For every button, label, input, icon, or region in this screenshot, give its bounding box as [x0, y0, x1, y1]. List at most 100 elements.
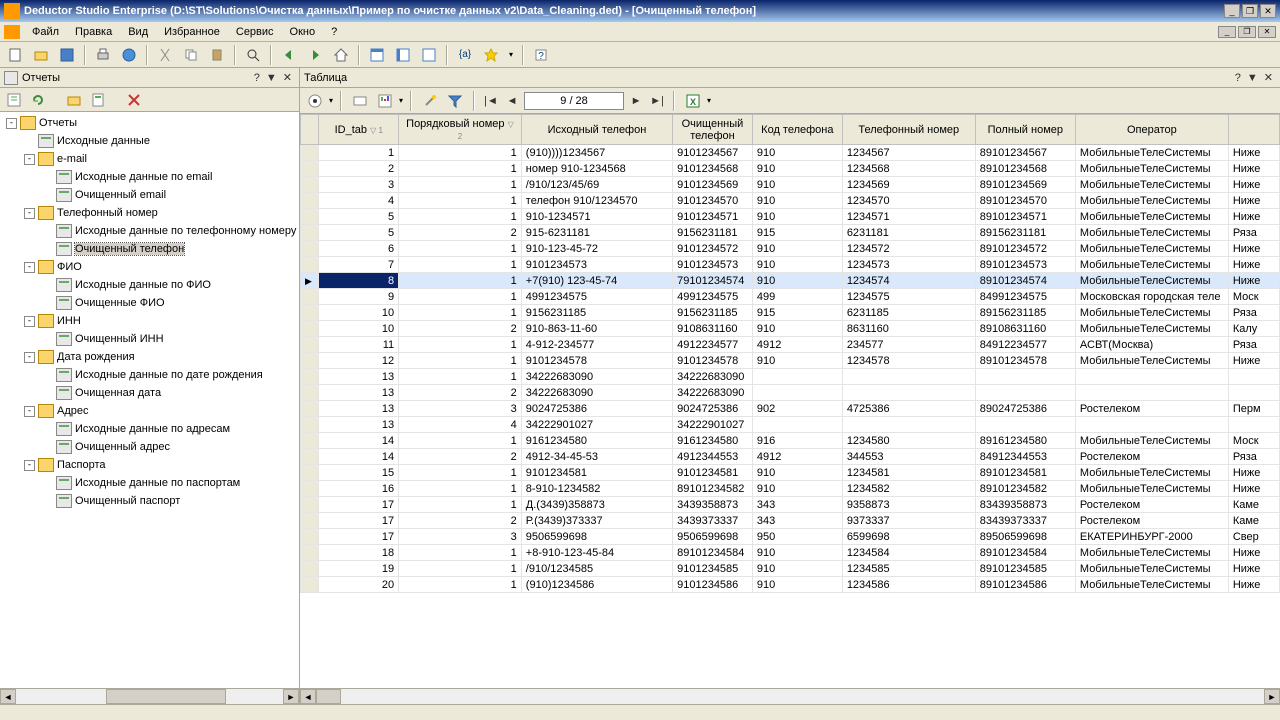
- menu-service[interactable]: Сервис: [228, 24, 282, 40]
- page-indicator[interactable]: 9 / 28: [524, 92, 624, 110]
- tree-refresh[interactable]: [28, 90, 48, 110]
- table-row[interactable]: 11(910))))123456791012345679101234567891…: [301, 145, 1280, 161]
- nav-prev[interactable]: ◄: [503, 92, 521, 110]
- mdi-close-button[interactable]: ✕: [1258, 26, 1276, 38]
- forward-button[interactable]: [304, 44, 326, 66]
- table-row[interactable]: 41телефон 910/12345709101234570910123457…: [301, 193, 1280, 209]
- table-row[interactable]: 31/910/123/45/69910123456991012345698910…: [301, 177, 1280, 193]
- table-row[interactable]: 1323422268309034222683090: [301, 385, 1280, 401]
- mdi-minimize-button[interactable]: _: [1218, 26, 1236, 38]
- vars-button[interactable]: {a}: [454, 44, 476, 66]
- open-button[interactable]: [30, 44, 52, 66]
- menu-help[interactable]: ?: [323, 24, 345, 40]
- tree-node[interactable]: -Отчеты: [2, 114, 297, 132]
- tree-node[interactable]: -ФИО: [2, 258, 297, 276]
- table-row[interactable]: 1313422268309034222683090: [301, 369, 1280, 385]
- tree-node[interactable]: Исходные данные: [2, 132, 297, 150]
- table-row[interactable]: 1219101234578910123457891012345788910123…: [301, 353, 1280, 369]
- expand-icon[interactable]: -: [24, 154, 35, 165]
- col-code[interactable]: Код телефона: [752, 115, 842, 145]
- nav-next[interactable]: ►: [627, 92, 645, 110]
- home-button[interactable]: [330, 44, 352, 66]
- table-row[interactable]: 1618-910-1234582891012345829101234582891…: [301, 481, 1280, 497]
- right-hscroll[interactable]: ◄►: [300, 688, 1280, 704]
- menu-edit[interactable]: Правка: [67, 24, 120, 40]
- fav-dropdown[interactable]: ▾: [506, 44, 516, 66]
- table-row[interactable]: 172Р.(3439)37333734393733373439373337834…: [301, 513, 1280, 529]
- tree-node[interactable]: Очищенный телефон: [2, 240, 297, 258]
- print-button[interactable]: [92, 44, 114, 66]
- col-clean[interactable]: Очищенный телефон: [673, 115, 753, 145]
- tree-node[interactable]: Очищенная дата: [2, 384, 297, 402]
- nav-first[interactable]: |◄: [482, 92, 500, 110]
- expand-icon[interactable]: -: [6, 118, 17, 129]
- tree-node[interactable]: Исходные данные по email: [2, 168, 297, 186]
- help-button[interactable]: ?: [530, 44, 552, 66]
- grid-filter-button[interactable]: [444, 90, 466, 112]
- web-button[interactable]: [118, 44, 140, 66]
- col-full[interactable]: Полный номер: [975, 115, 1075, 145]
- menu-view[interactable]: Вид: [120, 24, 156, 40]
- table-row[interactable]: 102910-863-11-60910863116091086311608910…: [301, 321, 1280, 337]
- tree-delete[interactable]: [124, 90, 144, 110]
- table-row[interactable]: 1343422290102734222901027: [301, 417, 1280, 433]
- tree-node[interactable]: -e-mail: [2, 150, 297, 168]
- table-row[interactable]: 1114-912-2345774912234577491223457784912…: [301, 337, 1280, 353]
- tree-btn1[interactable]: [4, 90, 24, 110]
- maximize-button[interactable]: ❐: [1242, 4, 1258, 18]
- table-row[interactable]: 81+7(910) 123-45-74791012345749101234574…: [301, 273, 1280, 289]
- view2-button[interactable]: [392, 44, 414, 66]
- find-button[interactable]: [242, 44, 264, 66]
- expand-icon[interactable]: -: [24, 352, 35, 363]
- grid-view-button[interactable]: [304, 90, 326, 112]
- table-row[interactable]: 1739506599698950659969895065996988950659…: [301, 529, 1280, 545]
- tree-node[interactable]: Исходные данные по телефонному номеру: [2, 222, 297, 240]
- expand-icon[interactable]: -: [24, 262, 35, 273]
- view1-button[interactable]: [366, 44, 388, 66]
- table-row[interactable]: 51910-1234571910123457191012345718910123…: [301, 209, 1280, 225]
- left-close[interactable]: ✕: [280, 71, 295, 84]
- paste-button[interactable]: [206, 44, 228, 66]
- cut-button[interactable]: [154, 44, 176, 66]
- tree-node[interactable]: Исходные данные по ФИО: [2, 276, 297, 294]
- table-row[interactable]: 181+8-910-123-45-84891012345849101234584…: [301, 545, 1280, 561]
- tree-node[interactable]: Очищенный ИНН: [2, 330, 297, 348]
- tree-node[interactable]: Очищенный паспорт: [2, 492, 297, 510]
- menu-favorites[interactable]: Избранное: [156, 24, 228, 40]
- reports-tree[interactable]: -ОтчетыИсходные данные-e-mailИсходные да…: [0, 112, 299, 688]
- right-dropdown[interactable]: ▼: [1244, 72, 1261, 84]
- tree-node[interactable]: Исходные данные по дате рождения: [2, 366, 297, 384]
- table-row[interactable]: 171Д.(3439)35887334393588733439358873834…: [301, 497, 1280, 513]
- table-row[interactable]: 1019156231185915623118591562311858915623…: [301, 305, 1280, 321]
- right-close[interactable]: ✕: [1261, 71, 1276, 84]
- col-src[interactable]: Исходный телефон: [521, 115, 672, 145]
- menu-window[interactable]: Окно: [282, 24, 324, 40]
- minimize-button[interactable]: _: [1224, 4, 1240, 18]
- table-row[interactable]: 21номер 910-1234568910123456891012345688…: [301, 161, 1280, 177]
- tree-node[interactable]: -Телефонный номер: [2, 204, 297, 222]
- left-dropdown[interactable]: ▼: [263, 72, 280, 84]
- table-row[interactable]: 1424912-34-45-53491234455349123445538491…: [301, 449, 1280, 465]
- tree-node[interactable]: Очищенные ФИО: [2, 294, 297, 312]
- tree-node[interactable]: -Дата рождения: [2, 348, 297, 366]
- col-id[interactable]: ID_tab: [335, 124, 367, 136]
- table-row[interactable]: 7191012345739101234573910123457389101234…: [301, 257, 1280, 273]
- menu-file[interactable]: Файл: [24, 24, 67, 40]
- table-row[interactable]: 1519101234581910123458191012345818910123…: [301, 465, 1280, 481]
- tree-node[interactable]: -ИНН: [2, 312, 297, 330]
- export-excel-button[interactable]: X: [682, 90, 704, 112]
- grid-opts-button[interactable]: [349, 90, 371, 112]
- tree-node[interactable]: Исходные данные по адресам: [2, 420, 297, 438]
- tree-node[interactable]: Исходные данные по паспортам: [2, 474, 297, 492]
- tree-folder[interactable]: [64, 90, 84, 110]
- col-op[interactable]: Оператор: [1075, 115, 1228, 145]
- table-row[interactable]: 61910-123-45-729101234572910123457289101…: [301, 241, 1280, 257]
- expand-icon[interactable]: -: [24, 316, 35, 327]
- back-button[interactable]: [278, 44, 300, 66]
- tree-node[interactable]: -Адрес: [2, 402, 297, 420]
- table-row[interactable]: 201(910)12345869101234586910123458689101…: [301, 577, 1280, 593]
- right-help[interactable]: ?: [1232, 72, 1244, 84]
- save-button[interactable]: [56, 44, 78, 66]
- table-row[interactable]: 1339024725386902472538690247253868902472…: [301, 401, 1280, 417]
- left-hscroll[interactable]: ◄►: [0, 688, 299, 704]
